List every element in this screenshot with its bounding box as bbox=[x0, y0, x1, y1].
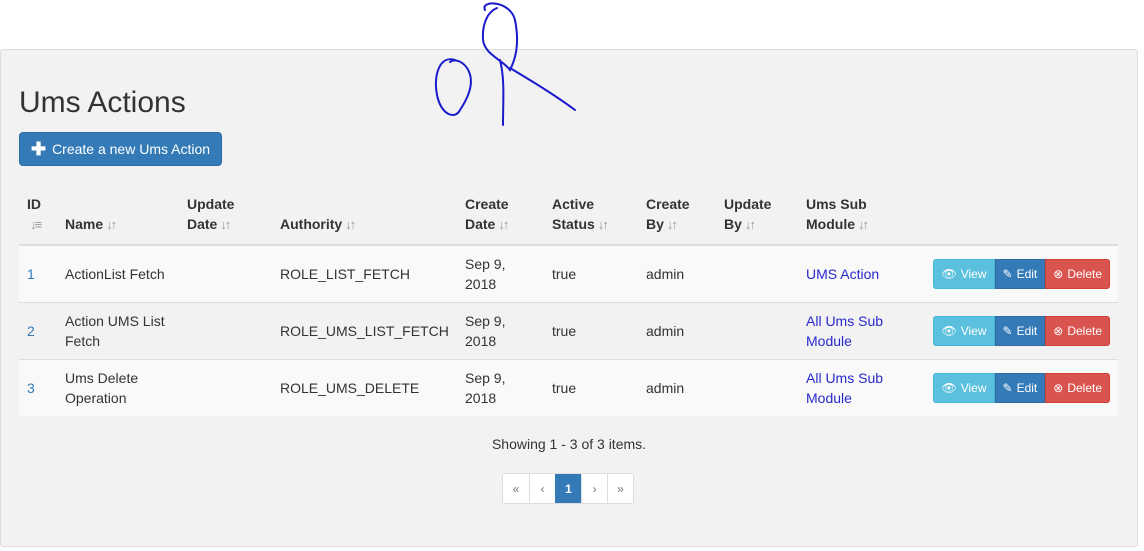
page-1-button[interactable]: 1 bbox=[555, 474, 581, 503]
table-row: 1 ActionList Fetch ROLE_LIST_FETCH Sep 9… bbox=[19, 244, 1118, 303]
cell-name: ActionList Fetch bbox=[57, 244, 179, 303]
sort-icon: ↓↑ bbox=[498, 217, 509, 232]
sort-desc-icon: ↓≡ bbox=[30, 217, 42, 232]
sort-icon: ↓↑ bbox=[744, 217, 756, 232]
column-header-actions bbox=[912, 186, 1118, 246]
times-circle-icon: ⊗ bbox=[1053, 381, 1064, 395]
row-id-link[interactable]: 1 bbox=[27, 266, 35, 282]
view-button[interactable]: 👁 View bbox=[933, 316, 995, 346]
cell-update-date bbox=[179, 302, 272, 360]
column-header-ums-sub-module[interactable]: Ums Sub Module ↓↑ bbox=[798, 186, 912, 246]
create-button-label: Create a new Ums Action bbox=[52, 141, 211, 157]
edit-button[interactable]: ✎ Edit bbox=[994, 316, 1046, 346]
table-row: 3 Ums Delete Operation ROLE_UMS_DELETE S… bbox=[19, 359, 1118, 416]
row-id-link[interactable]: 3 bbox=[27, 380, 35, 396]
cell-create-date: Sep 9, 2018 bbox=[457, 359, 544, 416]
eye-icon: 👁 bbox=[941, 267, 957, 281]
prev-page-button[interactable]: ‹ bbox=[529, 474, 555, 503]
cell-create-by: admin bbox=[638, 302, 716, 360]
column-header-update-by[interactable]: Update By ↓↑ bbox=[716, 186, 798, 246]
first-page-button[interactable]: « bbox=[503, 474, 529, 503]
row-id-link[interactable]: 2 bbox=[27, 323, 35, 339]
row-actions: 👁 View ✎ Edit ⊗ Delete bbox=[920, 373, 1110, 403]
sub-module-link[interactable]: All Ums Sub Module bbox=[806, 313, 883, 349]
cell-update-by bbox=[716, 244, 798, 303]
column-header-authority[interactable]: Authority ↓↑ bbox=[272, 186, 457, 246]
page-title: Ums Actions bbox=[19, 86, 186, 119]
cell-create-by: admin bbox=[638, 244, 716, 303]
sort-icon: ↓↑ bbox=[666, 217, 678, 232]
cell-create-by: admin bbox=[638, 359, 716, 416]
row-actions: 👁 View ✎ Edit ⊗ Delete bbox=[920, 259, 1110, 289]
table-row: 2 Action UMS List Fetch ROLE_UMS_LIST_FE… bbox=[19, 302, 1118, 360]
ums-actions-table: ID ↓≡ Name ↓↑ Update Date ↓↑ Authority ↓↑ C… bbox=[19, 186, 1118, 416]
sort-icon: ↓↑ bbox=[858, 217, 869, 232]
cell-active-status: true bbox=[544, 244, 638, 303]
results-summary: Showing 1 - 3 of 3 items. bbox=[491, 436, 647, 452]
column-header-create-by[interactable]: Create By ↓↑ bbox=[638, 186, 716, 246]
cell-active-status: true bbox=[544, 359, 638, 416]
column-header-create-date[interactable]: Create Date ↓↑ bbox=[457, 186, 544, 246]
column-header-id[interactable]: ID ↓≡ bbox=[19, 186, 57, 246]
pencil-icon: ✎ bbox=[1002, 324, 1013, 338]
column-header-update-date[interactable]: Update Date ↓↑ bbox=[179, 186, 272, 246]
cell-authority: ROLE_UMS_DELETE bbox=[272, 359, 457, 416]
cell-update-by bbox=[716, 359, 798, 416]
view-button[interactable]: 👁 View bbox=[933, 259, 995, 289]
cell-update-date bbox=[179, 244, 272, 303]
cell-create-date: Sep 9, 2018 bbox=[457, 244, 544, 303]
pencil-icon: ✎ bbox=[1002, 381, 1013, 395]
create-ums-action-button[interactable]: ✚ Create a new Ums Action bbox=[19, 132, 222, 166]
sort-icon: ↓↑ bbox=[220, 217, 231, 232]
cell-update-date bbox=[179, 359, 272, 416]
delete-button[interactable]: ⊗ Delete bbox=[1045, 373, 1110, 403]
next-page-button[interactable]: › bbox=[581, 474, 607, 503]
times-circle-icon: ⊗ bbox=[1053, 324, 1064, 338]
view-button[interactable]: 👁 View bbox=[933, 373, 995, 403]
edit-button[interactable]: ✎ Edit bbox=[994, 259, 1046, 289]
sub-module-link[interactable]: UMS Action bbox=[806, 266, 879, 282]
eye-icon: 👁 bbox=[941, 381, 957, 395]
last-page-button[interactable]: » bbox=[607, 474, 633, 503]
cell-name: Ums Delete Operation bbox=[57, 359, 179, 416]
cell-authority: ROLE_LIST_FETCH bbox=[272, 244, 457, 303]
pagination: « ‹ 1 › » bbox=[502, 473, 634, 504]
eye-icon: 👁 bbox=[941, 324, 957, 338]
column-header-active-status[interactable]: Active Status ↓↑ bbox=[544, 186, 638, 246]
cell-authority: ROLE_UMS_LIST_FETCH bbox=[272, 302, 457, 360]
delete-button[interactable]: ⊗ Delete bbox=[1045, 316, 1110, 346]
edit-button[interactable]: ✎ Edit bbox=[994, 373, 1046, 403]
cell-active-status: true bbox=[544, 302, 638, 360]
plus-icon: ✚ bbox=[30, 139, 47, 159]
pencil-icon: ✎ bbox=[1002, 267, 1013, 281]
times-circle-icon: ⊗ bbox=[1053, 267, 1064, 281]
cell-update-by bbox=[716, 302, 798, 360]
column-header-name[interactable]: Name ↓↑ bbox=[57, 186, 179, 246]
delete-button[interactable]: ⊗ Delete bbox=[1045, 259, 1110, 289]
table-header-row: ID ↓≡ Name ↓↑ Update Date ↓↑ Authority ↓↑ C… bbox=[19, 186, 1118, 246]
cell-name: Action UMS List Fetch bbox=[57, 302, 179, 360]
sort-icon: ↓↑ bbox=[597, 217, 609, 232]
row-actions: 👁 View ✎ Edit ⊗ Delete bbox=[920, 316, 1110, 346]
sort-icon: ↓↑ bbox=[106, 217, 117, 232]
sort-icon: ↓↑ bbox=[345, 217, 356, 232]
sub-module-link[interactable]: All Ums Sub Module bbox=[806, 370, 883, 406]
cell-create-date: Sep 9, 2018 bbox=[457, 302, 544, 360]
